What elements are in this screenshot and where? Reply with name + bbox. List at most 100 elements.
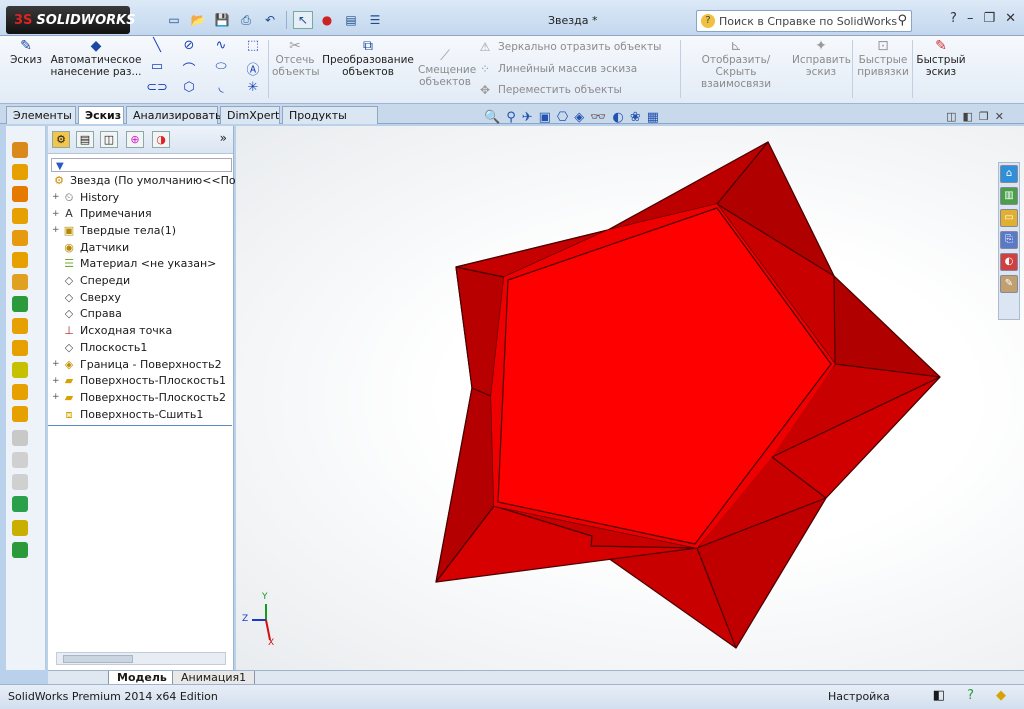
file-properties-icon[interactable]: ▤ [341, 11, 361, 29]
tree-root[interactable]: ⚙ Звезда (По умолчанию<<По ум [52, 172, 254, 188]
configuration-manager-tab-icon[interactable]: ◫ [100, 131, 118, 148]
select-icon[interactable]: ↖ [293, 11, 313, 29]
tree-item[interactable]: + ▰ Поверхность-Плоскость1 [52, 373, 226, 389]
display-relations-button[interactable]: ⊾ Отобразить/Скрыть взаимосвязи [684, 38, 788, 90]
rectangle-icon[interactable]: ▭ [146, 59, 168, 80]
close-icon[interactable]: ✕ [1005, 11, 1016, 26]
expand-toggle-icon[interactable]: + [52, 359, 62, 369]
restore-icon[interactable]: ❐ [983, 11, 995, 26]
mirror-entities-button[interactable]: ⚠ Зеркально отразить объекты [478, 40, 662, 54]
rapid-sketch-button[interactable]: ✎ Быстрый эскиз [914, 38, 968, 78]
viewport-close-icon[interactable]: ✕ [995, 110, 1004, 123]
expand-toggle-icon[interactable]: + [52, 376, 62, 386]
wrap-icon[interactable] [12, 384, 28, 400]
undo-icon[interactable]: ↶ [260, 11, 280, 29]
graphics-area[interactable]: 🔍 ⚲ ✈ ▣ ⎔ ◈ 👓 ◐ ❀ ▦ ◫ ◧ ❐ ✕ Y Z X ⌂ ▥ ▭ … [236, 110, 1024, 670]
file-explorer-icon[interactable]: ▭ [1000, 209, 1018, 227]
loft-icon[interactable] [12, 208, 28, 224]
offset-entities-button[interactable]: ⟋ Смещение объектов [418, 48, 476, 88]
help-search-input[interactable]: ? Поиск в Справке по SolidWorks ⚲ [696, 10, 912, 32]
curve-tool-icon[interactable] [12, 542, 28, 558]
expand-panel-icon[interactable]: » [220, 131, 227, 145]
linear-pattern-button[interactable]: ⁘ Линейный массив эскиза [478, 62, 637, 76]
ellipse-icon[interactable]: ⬭ [210, 59, 232, 80]
zoom-to-fit-icon[interactable]: 🔍 [484, 110, 500, 125]
tag-icon[interactable]: ◆ [996, 688, 1006, 703]
rib-icon[interactable] [12, 296, 28, 312]
slot-icon[interactable]: ⊂⊃ [146, 80, 168, 101]
fillet-feature-icon[interactable] [12, 252, 28, 268]
tab-dimxpert[interactable]: DimXpert [220, 106, 280, 124]
boundary-icon[interactable] [12, 230, 28, 246]
solidworks-logo[interactable]: 3S SOLIDWORKS [6, 6, 136, 34]
feature-manager-tab-icon[interactable]: ⚙ [52, 131, 70, 148]
design-library-icon[interactable]: ▥ [1000, 187, 1018, 205]
tab-model[interactable]: Модель [108, 671, 176, 685]
hide-show-icon[interactable]: 👓 [590, 110, 606, 125]
previous-view-icon[interactable]: ✈ [522, 110, 533, 125]
tile-icon[interactable]: ◫ [946, 110, 956, 123]
instant3d-icon[interactable] [12, 520, 28, 536]
tree-item[interactable]: ☰ Материал <не указан> [52, 256, 216, 272]
tree-item[interactable]: ◉ Датчики [52, 239, 129, 255]
view-settings-icon[interactable]: ▦ [647, 110, 659, 125]
expand-toggle-icon[interactable]: + [52, 225, 62, 235]
new-icon[interactable]: ▭ [164, 11, 184, 29]
appearances-icon[interactable]: ◐ [1000, 253, 1018, 271]
solidworks-resources-icon[interactable]: ⌂ [1000, 165, 1018, 183]
open-icon[interactable]: 📂 [188, 11, 208, 29]
fillet-icon[interactable]: ◟ [210, 80, 232, 101]
tree-item[interactable]: ⧈ Поверхность-Сшить1 [52, 406, 204, 422]
expand-toggle-icon[interactable]: + [52, 392, 62, 402]
view-orientation-icon[interactable]: ⎔ [557, 110, 568, 125]
tab-animation1[interactable]: Анимация1 [172, 671, 256, 685]
construction-grid-icon[interactable]: ⬚ [242, 38, 264, 59]
sweep-icon[interactable] [12, 186, 28, 202]
revolve-icon[interactable] [12, 164, 28, 180]
repair-sketch-button[interactable]: ✦ Исправить эскиз [792, 38, 851, 78]
scrollbar-thumb[interactable] [63, 655, 133, 663]
tree-item[interactable]: ◇ Плоскость1 [52, 339, 148, 355]
tab-features[interactable]: Элементы [6, 106, 76, 124]
tree-filter-input[interactable]: ▼ [51, 158, 232, 172]
spline-icon[interactable]: ∿ [210, 38, 232, 59]
status-customize[interactable]: Настройка [828, 690, 890, 703]
quick-snaps-button[interactable]: ⊡ Быстрые привязки [856, 38, 910, 78]
tree-item[interactable]: + ◈ Граница - Поверхность2 [52, 356, 222, 372]
expand-toggle-icon[interactable]: + [52, 192, 62, 202]
minimize-icon[interactable]: – [967, 11, 974, 26]
tree-item[interactable]: ◇ Спереди [52, 273, 130, 289]
pattern-icon[interactable] [12, 430, 28, 446]
search-icon[interactable]: ⚲ [897, 13, 907, 28]
mirror-feature-icon[interactable] [12, 452, 28, 468]
arc-icon[interactable]: ⌒ [178, 59, 200, 80]
rebuild-status-icon[interactable]: ? [967, 688, 974, 703]
convert-entities-button[interactable]: ⧉ Преобразование объектов [322, 38, 414, 78]
tile-vertical-icon[interactable]: ◧ [963, 110, 973, 123]
zoom-to-area-icon[interactable]: ⚲ [506, 110, 516, 125]
sketch-button[interactable]: ✎ Эскиз [8, 38, 44, 66]
rebuild-icon[interactable]: ● [317, 11, 337, 29]
text-icon[interactable]: Ⓐ [242, 59, 264, 80]
display-manager-tab-icon[interactable]: ◑ [152, 131, 170, 148]
smart-dimension-button[interactable]: ◆ Автоматическое нанесение раз... [50, 38, 142, 78]
viewport-restore-icon[interactable]: ❐ [979, 110, 989, 123]
custom-properties-icon[interactable]: ✎ [1000, 275, 1018, 293]
extrude-icon[interactable] [12, 142, 28, 158]
tree-item[interactable]: ⊥ Исходная точка [52, 323, 172, 339]
expand-toggle-icon[interactable]: + [52, 209, 62, 219]
property-manager-tab-icon[interactable]: ▤ [76, 131, 94, 148]
line-icon[interactable]: ╲ [146, 38, 168, 59]
tree-item[interactable]: ◇ Справа [52, 306, 122, 322]
options-icon[interactable]: ☰ [365, 11, 385, 29]
star-model[interactable] [236, 126, 1024, 670]
save-icon[interactable]: 💾 [212, 11, 232, 29]
draft-icon[interactable] [12, 340, 28, 356]
point-icon[interactable]: ✳ [242, 80, 264, 101]
chamfer-icon[interactable] [12, 274, 28, 290]
polygon-icon[interactable]: ⬡ [178, 80, 200, 101]
curves-icon[interactable] [12, 496, 28, 512]
appearance-icon[interactable]: ◐ [612, 110, 623, 125]
tree-item[interactable]: + ▰ Поверхность-Плоскость2 [52, 389, 226, 405]
view-palette-icon[interactable]: ⎘ [1000, 231, 1018, 249]
